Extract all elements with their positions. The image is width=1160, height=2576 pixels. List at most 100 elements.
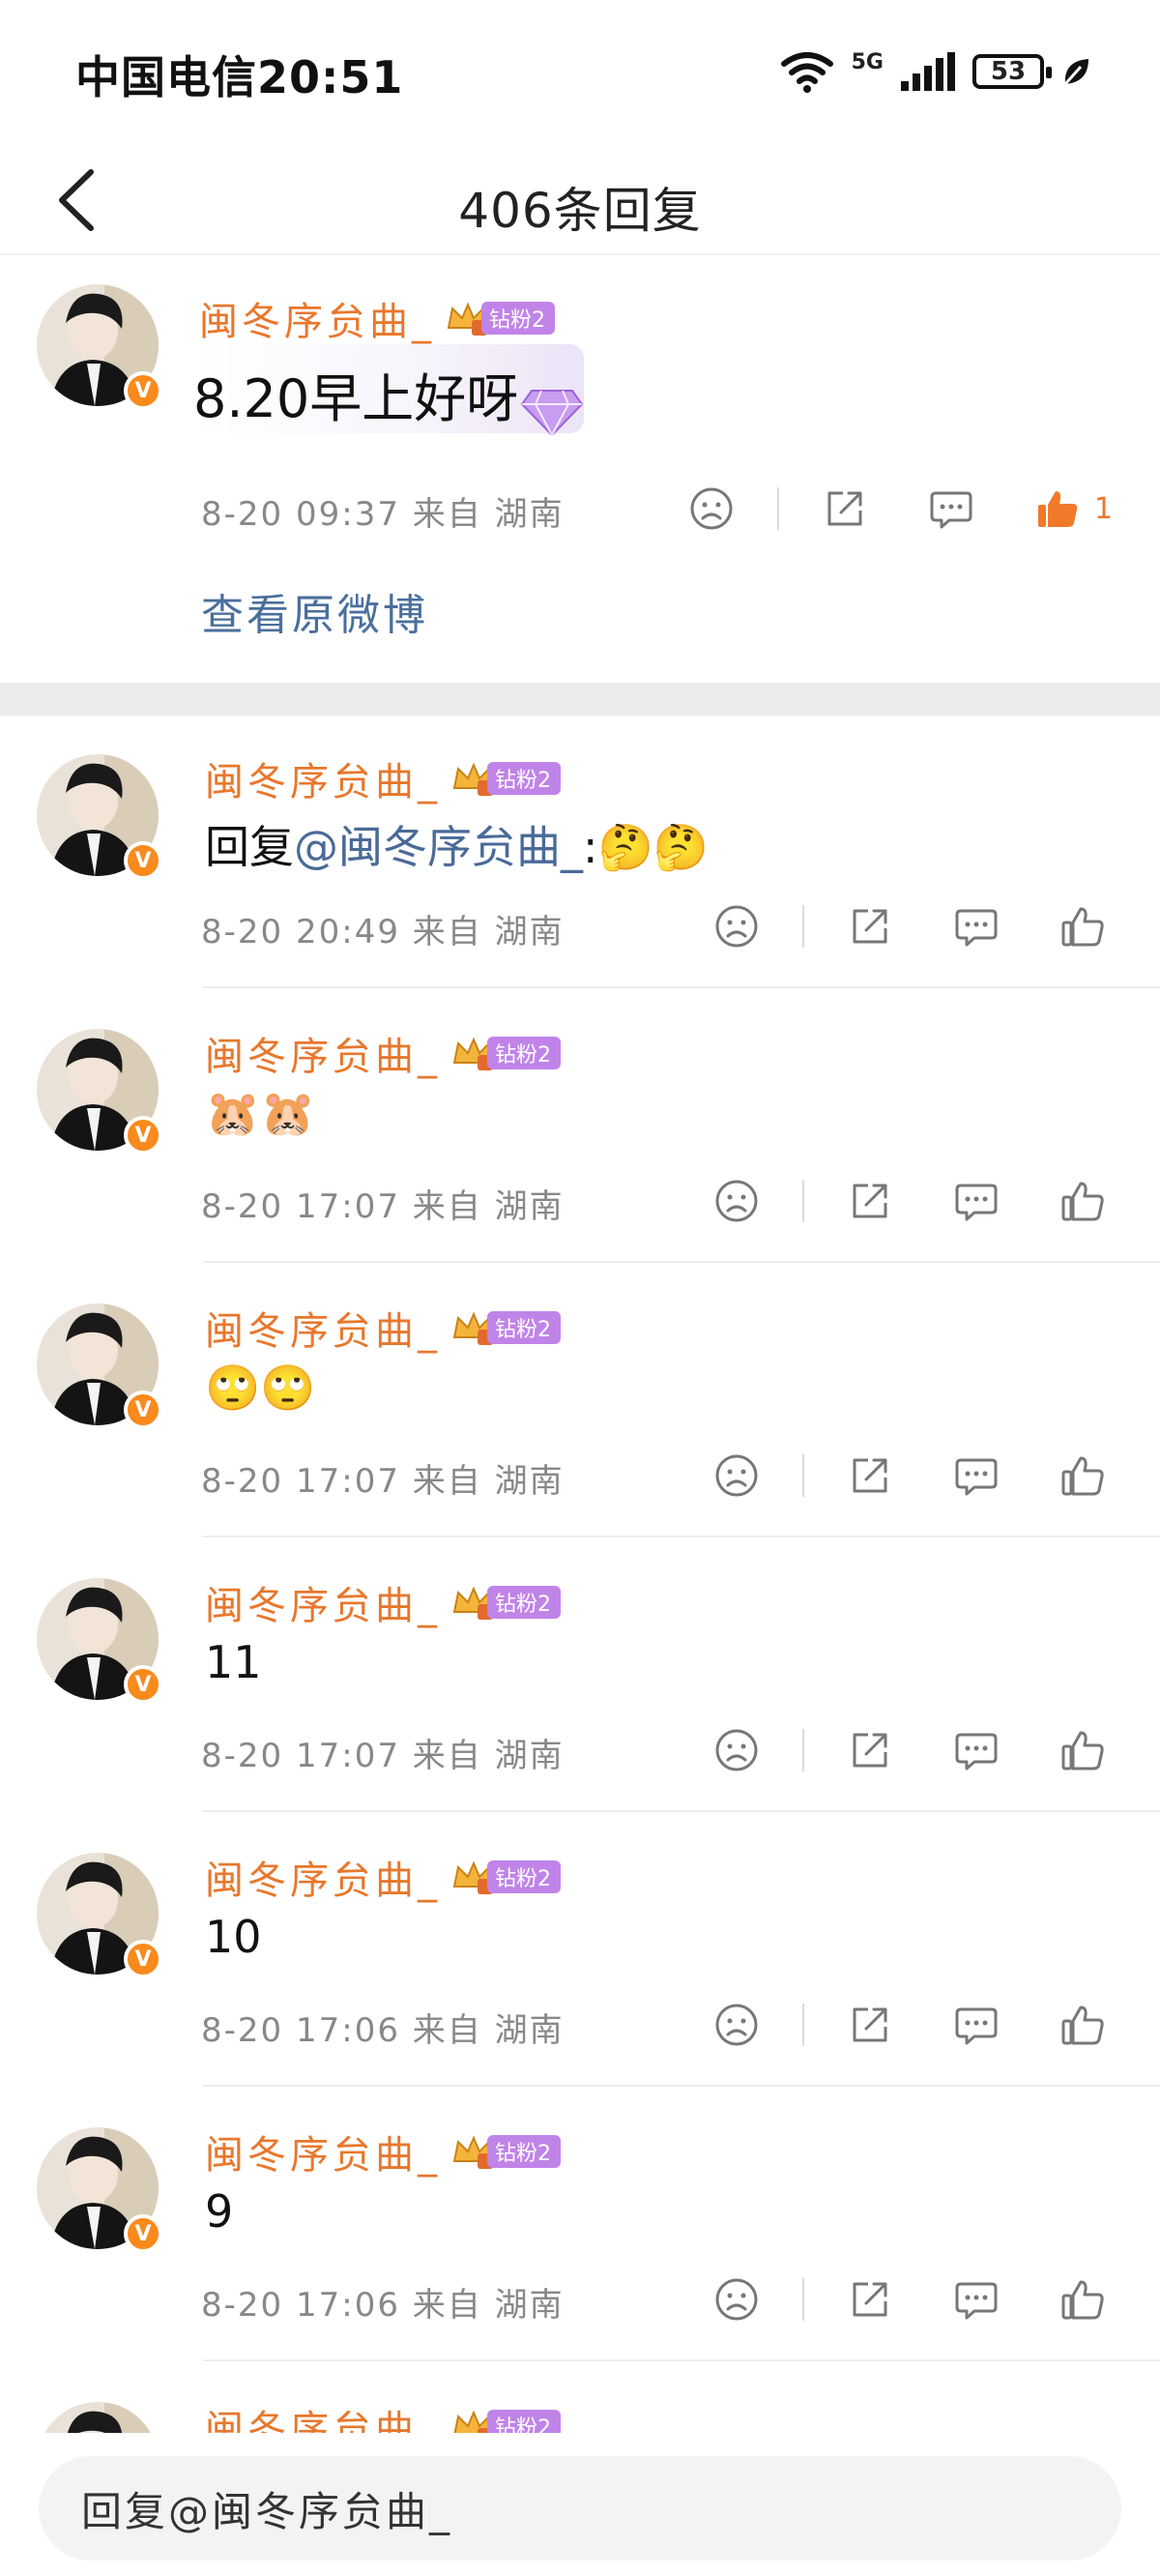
- avatar[interactable]: V: [37, 2127, 162, 2253]
- reply-content: 🙄🙄: [205, 1361, 316, 1415]
- dislike-button[interactable]: [708, 1996, 766, 2054]
- comment-button[interactable]: [947, 1996, 1005, 2054]
- reply-text: 11: [205, 1636, 262, 1688]
- comment-button[interactable]: [947, 897, 1005, 955]
- comment-button[interactable]: [947, 2270, 1005, 2328]
- user-row: 闽冬序贠曲_ 钻粉2: [205, 1574, 561, 1630]
- dislike-face-icon: [715, 1729, 758, 1771]
- like-button[interactable]: [1054, 897, 1112, 955]
- share-button[interactable]: [841, 1996, 899, 2054]
- username[interactable]: 闽冬序贠曲_: [205, 750, 441, 806]
- thumbs-up-icon: [1061, 1731, 1104, 1771]
- signal-icon: [901, 52, 955, 91]
- reply-text: 9: [205, 2185, 234, 2238]
- avatar[interactable]: V: [37, 1578, 162, 1704]
- comment-actions: 1: [682, 480, 1113, 538]
- verified-icon: V: [124, 841, 162, 880]
- reply-actions: [708, 1172, 1112, 1230]
- dislike-button[interactable]: [682, 480, 740, 538]
- reply-text: :🤔🤔: [583, 821, 710, 873]
- action-separator: [802, 2278, 804, 2321]
- comment-button[interactable]: [947, 1172, 1005, 1230]
- dislike-face-icon: [715, 1454, 758, 1497]
- like-button[interactable]: [1054, 1721, 1112, 1779]
- row-divider: [203, 986, 1160, 988]
- comment-icon: [955, 2007, 998, 2045]
- badge-label: 钻粉2: [487, 1860, 561, 1893]
- thumbs-up-icon: [1061, 2280, 1104, 2320]
- avatar[interactable]: V: [37, 1029, 162, 1155]
- user-row: 闽冬序贠曲_ 钻粉2: [205, 2123, 561, 2180]
- like-button[interactable]: [1054, 1996, 1112, 2054]
- like-button[interactable]: [1029, 480, 1087, 538]
- dislike-button[interactable]: [708, 1721, 766, 1779]
- battery-icon: 53: [972, 54, 1052, 89]
- fan-badge[interactable]: 钻粉2: [450, 1308, 561, 1347]
- share-button[interactable]: [841, 897, 899, 955]
- username[interactable]: 闽冬序贠曲_: [205, 1574, 441, 1630]
- reply-content: 11: [205, 1636, 262, 1688]
- comment-content: 8.20早上好呀: [193, 368, 519, 429]
- avatar[interactable]: V: [37, 1303, 162, 1429]
- comment-button[interactable]: [947, 1721, 1005, 1779]
- dislike-face-icon: [715, 1180, 758, 1222]
- battery-level: 53: [990, 57, 1027, 86]
- mention-link[interactable]: @闽冬序贠曲_: [294, 821, 583, 873]
- dislike-button[interactable]: [708, 1447, 766, 1505]
- action-separator: [802, 2004, 804, 2046]
- username[interactable]: 闽冬序贠曲_: [205, 1849, 441, 1905]
- dislike-face-icon: [715, 2278, 758, 2321]
- like-count: 1: [1094, 491, 1114, 526]
- fan-badge[interactable]: 钻粉2: [450, 1583, 561, 1622]
- row-divider: [203, 2359, 1160, 2361]
- reply-actions: [708, 1447, 1112, 1505]
- dislike-button[interactable]: [708, 897, 766, 955]
- like-button[interactable]: [1054, 1447, 1112, 1505]
- reply-meta: 8-20 20:49 来自 湖南: [201, 913, 565, 951]
- like-button[interactable]: [1054, 1172, 1112, 1230]
- network-label: 5G: [851, 49, 884, 74]
- user-row: 闽冬序贠曲_ 钻粉2: [205, 750, 561, 806]
- share-button[interactable]: [841, 2270, 899, 2328]
- badge-label: 钻粉2: [487, 1586, 561, 1619]
- username[interactable]: 闽冬序贠曲_: [205, 1025, 441, 1081]
- thumbs-up-icon: [1061, 1182, 1104, 1221]
- reply-actions: [708, 897, 1112, 955]
- reply-prefix: 回复: [205, 821, 294, 873]
- fan-badge[interactable]: 钻粉2: [450, 759, 561, 798]
- share-button[interactable]: [841, 1721, 899, 1779]
- view-original-link[interactable]: 查看原微博: [201, 580, 428, 642]
- reply-meta: 8-20 17:07 来自 湖南: [201, 1187, 565, 1226]
- dislike-button[interactable]: [708, 1172, 766, 1230]
- dislike-button[interactable]: [708, 2270, 766, 2328]
- avatar[interactable]: V: [37, 1853, 162, 1978]
- reply-actions: [708, 2270, 1112, 2328]
- reply-bar: 回复@闽冬序贠曲_: [0, 2433, 1160, 2576]
- reply-input[interactable]: 回复@闽冬序贠曲_: [39, 2456, 1121, 2561]
- avatar[interactable]: V: [37, 284, 162, 410]
- username[interactable]: 闽冬序贠曲_: [199, 290, 435, 346]
- reply-content: 9: [205, 2185, 233, 2238]
- leaf-icon: [1063, 59, 1088, 85]
- share-button[interactable]: [816, 480, 874, 538]
- reply-meta: 8-20 17:07 来自 湖南: [201, 1737, 565, 1775]
- fan-badge[interactable]: 钻粉2: [450, 2132, 561, 2171]
- fan-badge[interactable]: 钻粉2: [450, 1858, 561, 1896]
- fan-badge[interactable]: 钻粉2: [450, 1034, 561, 1072]
- username[interactable]: 闽冬序贠曲_: [205, 2123, 441, 2180]
- badge-label: 钻粉2: [487, 762, 561, 795]
- like-button[interactable]: [1054, 2270, 1112, 2328]
- comment-icon: [930, 491, 972, 529]
- avatar[interactable]: V: [37, 754, 162, 880]
- comment-button[interactable]: [922, 480, 980, 538]
- share-button[interactable]: [841, 1172, 899, 1230]
- verified-icon: V: [124, 1116, 162, 1155]
- action-separator: [802, 905, 804, 948]
- fan-badge[interactable]: 钻粉2: [445, 299, 555, 337]
- share-button[interactable]: [841, 1447, 899, 1505]
- comment-meta: 8-20 09:37 来自 湖南: [201, 495, 565, 534]
- comment-button[interactable]: [947, 1447, 1005, 1505]
- username[interactable]: 闽冬序贠曲_: [205, 1300, 441, 1356]
- verified-icon: V: [124, 1665, 162, 1704]
- share-icon: [853, 1458, 887, 1493]
